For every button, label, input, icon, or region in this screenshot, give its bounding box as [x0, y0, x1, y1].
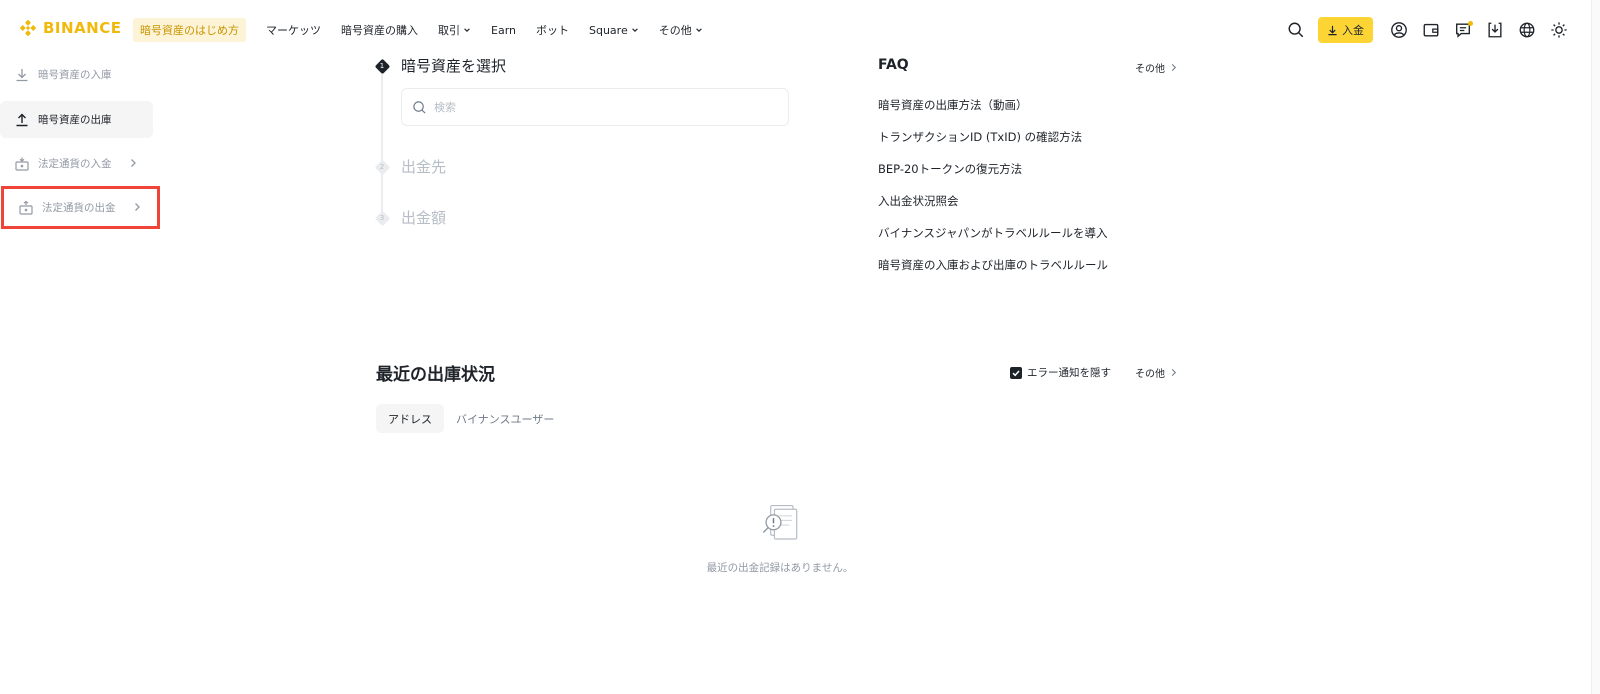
steps-connector-line	[381, 74, 383, 222]
empty-state: 最近の出金記録はありません。	[700, 500, 860, 575]
tab-binance-user[interactable]: バイナンスユーザー	[444, 404, 566, 433]
step-3-label: 出金額	[401, 209, 447, 227]
faq-item[interactable]: トランザクションID (TxID) の確認方法	[878, 129, 1082, 145]
hide-errors-checkbox[interactable]	[1010, 366, 1022, 379]
sidebar-item-label: 法定通貨の出金	[42, 202, 116, 214]
nav-item-square[interactable]: Square	[589, 24, 639, 37]
chevron-down-icon	[695, 28, 702, 32]
nav-label: 暗号資産の購入	[341, 24, 418, 37]
checkmark-icon	[1012, 370, 1020, 376]
faq-more-link[interactable]: その他	[1135, 60, 1178, 75]
step-2-label: 出金先	[401, 158, 447, 176]
faq-item[interactable]: 入出金状況照会	[878, 193, 959, 209]
recent-more-link[interactable]: その他	[1135, 365, 1178, 380]
nav-label: 取引	[438, 24, 460, 37]
recent-withdrawals-title: 最近の出庫状況	[376, 365, 495, 385]
search-icon[interactable]	[1286, 20, 1306, 40]
top-header: BINANCE 暗号資産のはじめ方 マーケッツ 暗号資産の購入 取引 Earn …	[0, 0, 1591, 60]
language-globe-icon[interactable]	[1517, 20, 1537, 40]
fiat-deposit-icon	[14, 156, 30, 172]
wallet-icon[interactable]	[1421, 20, 1441, 40]
download-icon	[14, 67, 30, 83]
nav-label: 暗号資産のはじめ方	[140, 24, 239, 37]
more-label: その他	[1135, 64, 1165, 75]
chevron-right-icon	[131, 159, 136, 167]
binance-logo-icon	[19, 19, 37, 37]
nav-item-getting-started[interactable]: 暗号資産のはじめ方	[133, 18, 246, 42]
deposit-button[interactable]: 入金	[1318, 17, 1373, 43]
step-2-marker: 2	[374, 159, 390, 175]
nav-item-bot[interactable]: ボット	[536, 22, 569, 38]
faq-item[interactable]: 暗号資産の出庫方法（動画）	[878, 97, 1028, 113]
empty-state-text: 最近の出金記録はありません。	[706, 562, 854, 574]
step-3-marker: 3	[374, 210, 390, 226]
chevron-right-icon	[1171, 368, 1177, 377]
faq-item[interactable]: 暗号資産の入庫および出庫のトラベルルール	[878, 257, 1108, 273]
faq-item[interactable]: BEP-20トークンの復元方法	[878, 161, 1022, 177]
nav-label: その他	[658, 24, 692, 37]
nav-item-markets[interactable]: マーケッツ	[266, 22, 321, 38]
sidebar-item-label: 暗号資産の入庫	[38, 69, 112, 81]
step-1-marker: 1	[374, 58, 390, 74]
app-download-icon[interactable]	[1485, 20, 1505, 40]
hide-errors-toggle[interactable]: エラー通知を隠す	[1010, 365, 1111, 380]
chevron-right-icon	[1171, 63, 1177, 72]
step-number: 3	[379, 214, 385, 222]
nav-item-more[interactable]: その他	[659, 22, 703, 38]
sidebar-item-label: 法定通貨の入金	[38, 158, 112, 170]
no-records-icon	[762, 504, 798, 540]
crypto-search-field[interactable]	[401, 88, 789, 126]
faq-title: FAQ	[878, 57, 909, 73]
step-number: 1	[379, 62, 385, 70]
sidebar-item-fiat-deposit[interactable]: 法定通貨の入金	[0, 145, 153, 182]
chevron-right-icon	[135, 203, 140, 211]
step-number: 2	[379, 163, 385, 171]
nav-item-earn[interactable]: Earn	[491, 24, 516, 37]
sidebar-item-label: 暗号資産の出庫	[38, 114, 112, 126]
nav-label: マーケッツ	[266, 24, 321, 37]
sidebar-item-crypto-deposit[interactable]: 暗号資産の入庫	[0, 56, 153, 93]
recent-tabs: アドレス バイナンスユーザー	[376, 404, 566, 433]
binance-logo[interactable]: BINANCE	[19, 19, 122, 37]
chevron-down-icon	[631, 28, 638, 32]
nav-label: Square	[589, 23, 628, 37]
nav-item-trade[interactable]: 取引	[438, 22, 471, 38]
main-nav: 暗号資産のはじめ方 マーケッツ 暗号資産の購入 取引 Earn ボット Squa…	[133, 18, 723, 42]
step-1-label: 暗号資産を選択	[401, 57, 507, 75]
deposit-download-icon	[1328, 25, 1337, 35]
page-scrollbar[interactable]	[1591, 0, 1600, 694]
upload-icon	[14, 112, 30, 128]
faq-item[interactable]: バイナンスジャパンがトラベルルールを導入	[878, 225, 1108, 241]
fiat-withdraw-icon	[18, 200, 34, 216]
user-profile-icon[interactable]	[1389, 20, 1409, 40]
search-input[interactable]	[434, 100, 764, 114]
search-icon	[413, 100, 426, 114]
header-actions: 入金	[1274, 17, 1569, 43]
nav-label: ボット	[536, 24, 569, 37]
hide-errors-label: エラー通知を隠す	[1027, 367, 1111, 379]
sidebar-item-crypto-withdraw[interactable]: 暗号資産の出庫	[0, 101, 153, 138]
deposit-button-label: 入金	[1342, 24, 1364, 37]
chevron-down-icon	[464, 28, 470, 32]
nav-item-buy-crypto[interactable]: 暗号資産の購入	[341, 22, 418, 38]
theme-sun-icon[interactable]	[1549, 20, 1569, 40]
more-label: その他	[1135, 369, 1165, 380]
sidebar-item-fiat-withdraw[interactable]: 法定通貨の出金	[1, 186, 160, 229]
messages-icon[interactable]	[1453, 20, 1473, 40]
tab-address[interactable]: アドレス	[376, 404, 444, 433]
nav-label: Earn	[491, 23, 516, 37]
brand-name: BINANCE	[43, 19, 122, 37]
notification-dot	[1468, 21, 1473, 26]
